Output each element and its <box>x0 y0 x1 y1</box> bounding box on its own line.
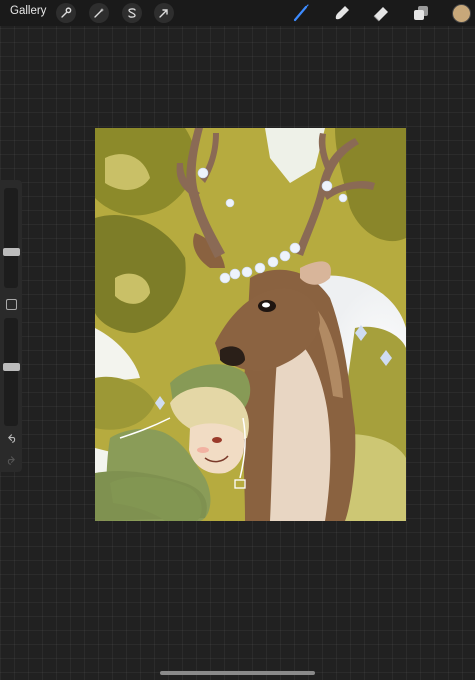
opacity-thumb[interactable] <box>3 363 20 371</box>
home-indicator <box>160 671 315 675</box>
brush-size-slider[interactable] <box>3 188 20 288</box>
artwork-canvas[interactable] <box>95 128 406 521</box>
wrench-icon <box>61 7 72 18</box>
eraser-icon <box>373 7 388 22</box>
adjustments-button[interactable] <box>89 3 109 23</box>
brush-icon <box>293 4 309 22</box>
layers-button[interactable] <box>410 2 432 24</box>
procreate-app: Gallery <box>0 0 475 680</box>
redo-icon <box>7 456 15 465</box>
redo-button[interactable] <box>4 455 18 467</box>
selection-button[interactable] <box>122 3 142 23</box>
color-picker-swatch[interactable] <box>452 4 471 23</box>
eraser-tool-button[interactable] <box>370 2 392 24</box>
undo-icon <box>7 434 15 443</box>
undo-button[interactable] <box>4 433 18 445</box>
transform-button[interactable] <box>154 3 174 23</box>
modify-button[interactable] <box>6 299 17 310</box>
gallery-button[interactable]: Gallery <box>10 5 46 17</box>
layers-icon <box>414 6 428 20</box>
smudge-icon <box>335 6 349 20</box>
brush-tool-button[interactable] <box>290 2 312 24</box>
selection-s-icon <box>128 8 136 18</box>
top-toolbar: Gallery <box>0 0 475 26</box>
left-sidebar <box>0 180 22 472</box>
artwork-illustration <box>95 128 406 521</box>
actions-wrench-button[interactable] <box>56 3 76 23</box>
arrow-cursor-icon <box>159 9 168 18</box>
smudge-tool-button[interactable] <box>331 2 353 24</box>
magic-wand-icon <box>94 8 104 18</box>
opacity-slider[interactable] <box>3 318 20 426</box>
brush-size-thumb[interactable] <box>3 248 20 256</box>
